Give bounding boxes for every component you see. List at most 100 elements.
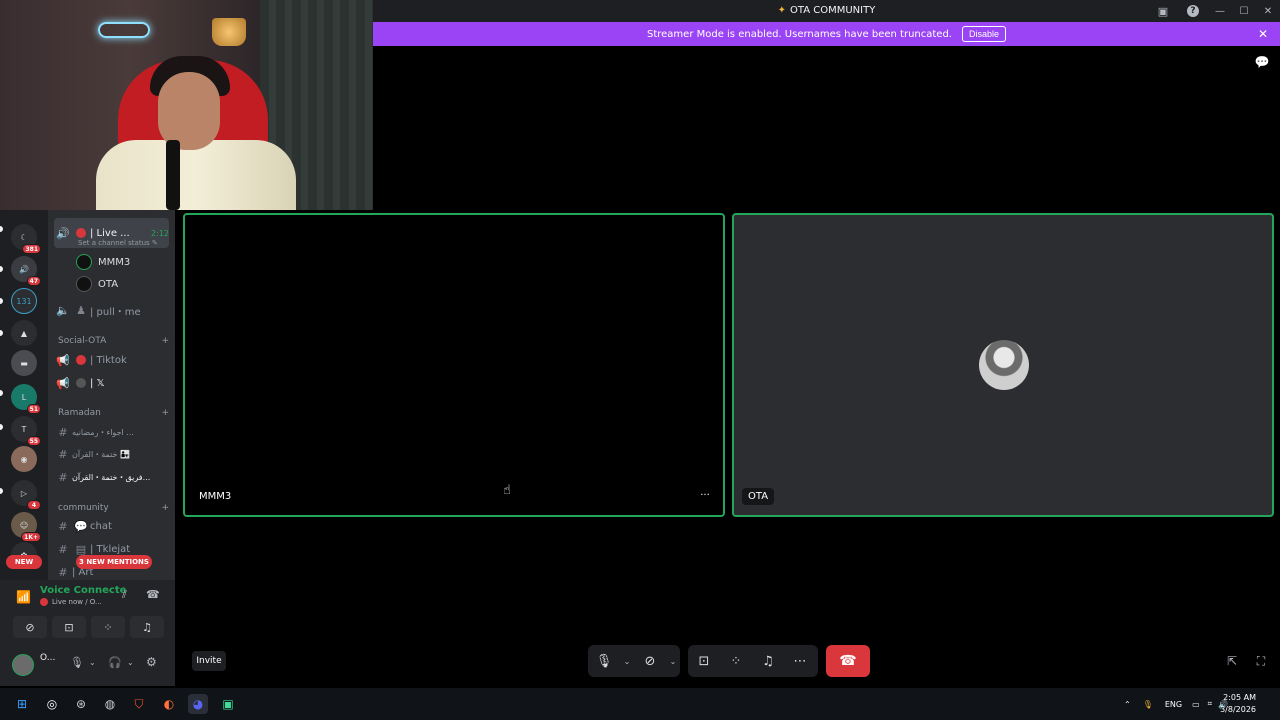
noise-suppression-icon[interactable]: ⫽ (122, 588, 127, 602)
discord-icon[interactable]: ◕ (188, 694, 208, 714)
server-icon[interactable]: 🔊 47 (11, 256, 41, 286)
headphones-icon[interactable]: 🎧 (108, 656, 122, 669)
camera-options-chevron-icon[interactable]: ⌄ (666, 645, 680, 677)
soundboard-button[interactable]: ♫ (130, 616, 164, 638)
server-icon[interactable]: 131 (11, 288, 37, 314)
chevron-up-icon[interactable]: ⌃ (1124, 700, 1131, 709)
pop-out-icon[interactable]: ⇱ (1224, 653, 1240, 669)
share-screen-button[interactable]: ⊡ (52, 616, 86, 638)
voice-speaker-icon: 🔊 (56, 226, 70, 240)
video-tile-mmm3[interactable]: MMM3 ··· ☝ (183, 213, 725, 517)
microphone-icon[interactable]: 🎙 (70, 656, 84, 669)
channel-status-text: Set a channel status (78, 239, 150, 247)
add-channel-icon[interactable]: + (161, 336, 169, 346)
server-rail: ☾381 🔊47 131 ▲ ▬ L51 T55 ◉ ▷4 ☺1K+ ✿ (0, 210, 48, 580)
server-icon[interactable]: ▲ (11, 320, 37, 346)
disconnect-icon[interactable]: ☎ (146, 588, 160, 601)
invite-button[interactable]: Invite (192, 651, 226, 671)
server-icon[interactable]: L 51 (11, 384, 41, 414)
voice-user-row[interactable]: OTA (76, 274, 118, 294)
new-mentions-pill[interactable]: 3 NEW MENTIONS (76, 555, 152, 569)
server-badge: 55 (26, 436, 41, 446)
camera-off-button[interactable]: ⊘ (13, 616, 47, 638)
microphone-button[interactable]: 🎙 (588, 645, 620, 677)
server-icon[interactable]: ▷ 4 (11, 480, 41, 510)
brave-browser-icon[interactable]: ⛉ (129, 694, 149, 714)
user-avatar[interactable] (12, 654, 34, 676)
category-header[interactable]: community + (58, 501, 169, 515)
close-banner-icon[interactable]: ✕ (1258, 27, 1268, 41)
hash-icon: # (58, 542, 68, 556)
close-window-button[interactable]: ✕ (1256, 6, 1280, 17)
browser-icon[interactable]: ◐ (159, 694, 179, 714)
add-channel-icon[interactable]: + (161, 408, 169, 418)
start-menu-icon[interactable]: ⊞ (12, 694, 32, 714)
video-tile-ota[interactable]: OTA (732, 213, 1274, 517)
maximize-button[interactable]: ☐ (1232, 6, 1256, 17)
app-icon[interactable]: ⊛ (71, 694, 91, 714)
document-icon: ▤ (75, 542, 87, 556)
channel-status-hint[interactable]: Set a channel status ✎ (78, 239, 158, 247)
add-channel-icon[interactable]: + (161, 503, 169, 513)
language-indicator[interactable]: ENG (1165, 700, 1182, 709)
channel-row[interactable]: # 💬 chat (54, 516, 169, 536)
channel-row[interactable]: 📢 | Tiktok (54, 350, 169, 370)
activities-button[interactable]: ⁘ (720, 645, 752, 677)
channel-row[interactable]: 📢 | 𝕏 (54, 373, 169, 393)
minimize-button[interactable]: — (1208, 6, 1232, 17)
disable-streamer-mode-button[interactable]: Disable (961, 26, 1006, 42)
inbox-icon[interactable]: ▣ (1154, 2, 1172, 20)
windows-taskbar: ⊞ ◎ ⊛ ◍ ⛉ ◐ ◕ ▣ ⌃ 🎙 ENG ▭ ⌗ 🔊 2:05 AM 3/… (0, 688, 1280, 720)
taskbar-clock[interactable]: 2:05 AM 3/8/2026 (1220, 692, 1256, 716)
server-icon[interactable]: ☺ 1K+ (11, 512, 41, 542)
voice-speaker-icon: 🔈 (56, 303, 70, 317)
channel-row[interactable]: # اجواء・رمضانيه ... (54, 422, 169, 442)
voice-user-row[interactable]: MMM3 (76, 252, 130, 272)
channel-row[interactable]: # ختمة・القرآن 👨‍👧 (54, 444, 169, 464)
chevron-down-icon[interactable]: ⌄ (127, 658, 134, 667)
network-icon[interactable]: ⌗ (1208, 699, 1213, 709)
category-header[interactable]: Social-OTA + (58, 334, 169, 348)
app-icon[interactable]: ◎ (42, 694, 62, 714)
user-avatar (76, 254, 92, 270)
server-icon[interactable]: T 55 (11, 416, 41, 446)
soundboard-button[interactable]: ♫ (752, 645, 784, 677)
help-icon[interactable]: ? (1184, 2, 1202, 20)
leave-call-button[interactable]: ☎ (826, 645, 870, 677)
new-servers-pill[interactable]: NEW (6, 555, 42, 569)
activities-button[interactable]: ⁘ (91, 616, 125, 638)
microphone-icon[interactable]: 🎙 (1143, 700, 1153, 709)
server-unread-pip (0, 390, 3, 396)
camera-off-button[interactable]: ⊘ (634, 645, 666, 677)
more-options-button[interactable]: ⋯ (784, 645, 816, 677)
voice-user-name: OTA (98, 278, 119, 290)
channel-name: | pull・me (90, 306, 141, 318)
fullscreen-icon[interactable]: ⛶ (1253, 653, 1269, 669)
channel-row[interactable]: # فريق・ختمة・القرآن... (54, 467, 169, 487)
voice-channel[interactable]: 🔈 ♟ | pull・me (54, 300, 169, 320)
channel-name: فريق・ختمة・القرآن... (72, 472, 151, 482)
category-header[interactable]: Ramadan + (58, 406, 169, 420)
chat-bubble-icon[interactable]: 💬 (1254, 54, 1270, 70)
app-icon[interactable]: ▣ (218, 694, 238, 714)
category-name: Social-OTA (58, 336, 107, 346)
channel-name: اجواء・رمضانيه ... (72, 427, 134, 437)
display-icon[interactable]: ▭ (1192, 700, 1200, 709)
gear-icon[interactable]: ⚙ (146, 655, 157, 669)
hash-icon: # (58, 447, 68, 461)
server-unread-pip (0, 266, 3, 272)
mic-options-chevron-icon[interactable]: ⌄ (620, 645, 634, 677)
speech-bubble-icon: 💬 (74, 519, 88, 533)
user-name: O... (40, 653, 56, 663)
announcement-icon: 📢 (56, 376, 70, 390)
server-icon[interactable]: ▬ (11, 350, 37, 376)
server-unread-pip (0, 330, 3, 336)
server-icon[interactable]: ◉ (11, 446, 37, 472)
window-title: ✦ OTA COMMUNITY (373, 5, 1280, 16)
tile-more-button[interactable]: ··· (695, 489, 715, 505)
app-icon[interactable]: ◍ (100, 694, 120, 714)
chevron-down-icon[interactable]: ⌄ (89, 658, 96, 667)
call-actions: ⊡ ⁘ ♫ ⋯ (688, 645, 818, 677)
server-icon[interactable]: ☾ 381 (11, 224, 41, 254)
share-screen-button[interactable]: ⊡ (688, 645, 720, 677)
